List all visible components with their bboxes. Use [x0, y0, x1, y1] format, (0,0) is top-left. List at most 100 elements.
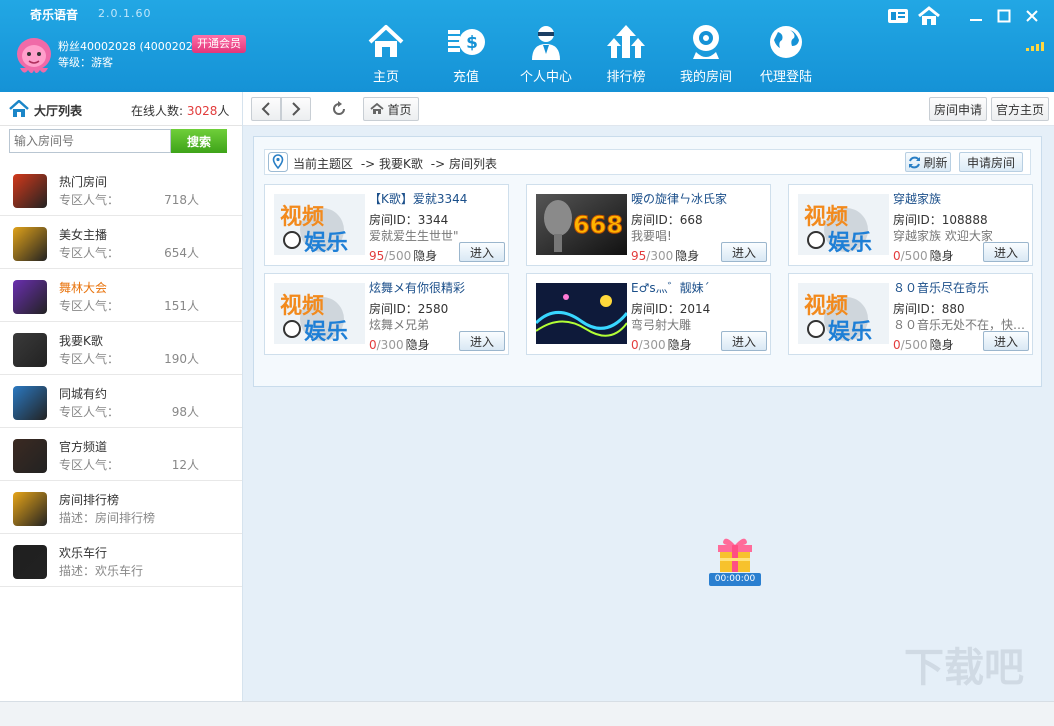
sidebar-item[interactable]: 美女主播 专区人气： 654人	[0, 216, 242, 269]
sidebar-header: 大厅列表 在线人数: 3028人	[0, 92, 242, 126]
svg-text:$: $	[466, 33, 478, 53]
enter-room-button[interactable]: 进入	[459, 331, 505, 351]
close-button[interactable]	[1018, 4, 1046, 28]
apply-room-button[interactable]: 房间申请	[929, 97, 987, 121]
room-hidden-label: 隐身	[413, 249, 438, 263]
app-name: 奇乐语音	[30, 8, 79, 22]
globe-icon	[770, 26, 802, 58]
nav-profile[interactable]: 个人中心	[506, 22, 586, 88]
room-thumbnail-caption-bottom: 娱乐	[828, 320, 872, 344]
sidebar-item[interactable]: 同城有约 专区人气： 98人	[0, 375, 242, 428]
refresh-icon	[333, 101, 345, 115]
room-search-input[interactable]	[9, 129, 171, 153]
nav-my-room[interactable]: 我的房间	[666, 22, 746, 88]
room-name[interactable]: 穿越家族	[893, 190, 941, 207]
sidebar-item-label: 同城有约	[59, 387, 108, 401]
vip-button[interactable]: 开通会员	[192, 35, 246, 53]
nav-ranking-label: 排行榜	[606, 70, 646, 85]
room-id: 房间ID：2580	[369, 302, 449, 316]
official-home-button[interactable]: 官方主页	[991, 97, 1049, 121]
enter-room-button[interactable]: 进入	[983, 242, 1029, 262]
location-pin-icon	[268, 152, 288, 172]
breadcrumb-theme[interactable]: 当前主题区	[293, 157, 353, 171]
breadcrumb-category[interactable]: -> 我要K歌	[361, 157, 423, 171]
gift-box[interactable]: 00:00:00	[707, 536, 763, 586]
ranking-icon	[607, 25, 645, 58]
sidebar-item[interactable]: 房间排行榜 描述：房间排行榜	[0, 481, 242, 534]
sidebar: 大厅列表 在线人数: 3028人 搜索 热门房间专区人气：718人美女主播专区人…	[0, 92, 243, 701]
room-thumbnail-video: 视频娱乐	[274, 283, 365, 344]
room-name[interactable]: 【K歌】爱就3344	[369, 190, 467, 207]
status-bar	[0, 701, 1054, 726]
nav-agent-login[interactable]: 代理登陆	[746, 22, 826, 88]
search-button[interactable]: 搜索	[171, 129, 227, 153]
maximize-button[interactable]	[990, 4, 1018, 28]
room-hidden-label: 隐身	[405, 338, 430, 352]
sidebar-item-label: 欢乐车行	[59, 546, 108, 560]
main-nav: 主页 $ 充值 个人中心 排行榜 我的房间 代理登陆	[346, 22, 826, 88]
recharge-icon: $	[448, 29, 485, 55]
room-id: 房间ID：880	[893, 302, 965, 316]
room-thumbnail[interactable]	[536, 283, 627, 344]
room-card[interactable]: E♂s灬゛靓妹ˊ 房间ID：2014 弯弓射大雕 0/300 隐身 进入	[526, 273, 771, 355]
home-icon	[370, 103, 385, 114]
skin-button[interactable]	[884, 4, 912, 28]
room-current-users: 0	[893, 338, 901, 352]
room-name[interactable]: E♂s灬゛靓妹ˊ	[631, 279, 710, 296]
room-thumbnail[interactable]: 视频 娱乐	[274, 283, 365, 344]
sidebar-item[interactable]: 欢乐车行 描述：欢乐车行	[0, 534, 242, 587]
room-name[interactable]: 嗳の旋律ㄣ冰氏家	[631, 190, 727, 207]
online-unit: 人	[217, 104, 230, 118]
room-panel: 当前主题区 -> 我要K歌 -> 房间列表 刷新 申请房间 视频 娱乐 【K歌】爱就…	[253, 136, 1042, 387]
room-card[interactable]: 视频 娱乐 穿越家族 房间ID：108888 穿越家族 欢迎大家 0/500 隐身 进入	[788, 184, 1033, 266]
room-card[interactable]: 668 嗳の旋律ㄣ冰氏家 房间ID：668 我要唱! 95/300 隐身 进入	[526, 184, 771, 266]
room-card[interactable]: 视频 娱乐 炫舞メ有你很精彩 房间ID：2580 炫舞メ兄弟 0/300 隐身 进入	[264, 273, 509, 355]
user-fans: 粉丝40002028 (40002028)	[58, 40, 205, 53]
sidebar-item-desc: 专区人气：	[59, 246, 120, 260]
room-name[interactable]: 炫舞メ有你很精彩	[369, 279, 465, 296]
avatar[interactable]	[14, 34, 54, 76]
enter-room-button[interactable]: 进入	[983, 331, 1029, 351]
room-thumbnail-music	[536, 283, 627, 344]
gift-icon	[718, 538, 752, 572]
sidebar-item-desc: 专区人气：	[59, 405, 120, 419]
room-thumbnail-caption-top: 视频	[280, 293, 324, 319]
gift-timer: 00:00:00	[709, 573, 761, 586]
search-row: 搜索	[9, 129, 227, 153]
nav-home[interactable]: 主页	[346, 22, 426, 88]
home-page-button[interactable]: 首页	[363, 97, 419, 121]
back-button[interactable]	[251, 97, 281, 121]
nav-recharge[interactable]: $ 充值	[426, 22, 506, 88]
sidebar-item[interactable]: 官方频道 专区人气： 12人	[0, 428, 242, 481]
room-max-users: /500	[384, 249, 412, 263]
room-hidden-label: 隐身	[929, 338, 954, 352]
enter-room-button[interactable]: 进入	[721, 242, 767, 262]
nav-ranking[interactable]: 排行榜	[586, 22, 666, 88]
enter-room-button[interactable]: 进入	[721, 331, 767, 351]
room-thumbnail[interactable]: 视频 娱乐	[274, 194, 365, 255]
room-card[interactable]: 视频 娱乐 ８０音乐尽在奇乐 房间ID：880 ８０音乐无处不在，快… 0/500 隐身 进入	[788, 273, 1033, 355]
sidebar-item-desc: 专区人气：	[59, 193, 120, 207]
room-card[interactable]: 视频 娱乐 【K歌】爱就3344 房间ID：3344 爱就爱生生世世" 95/500 隐身进…	[264, 184, 509, 266]
refresh-button[interactable]: 刷新	[905, 152, 951, 172]
reload-button[interactable]	[325, 97, 353, 121]
home-shortcut-button[interactable]	[912, 4, 946, 28]
sidebar-item-count: 654人	[164, 246, 199, 260]
sidebar-item[interactable]: 热门房间 专区人气： 718人	[0, 163, 242, 216]
room-name[interactable]: ８０音乐尽在奇乐	[893, 279, 989, 296]
sidebar-item-label: 我要K歌	[59, 334, 103, 348]
apply-room-link-button[interactable]: 申请房间	[959, 152, 1023, 172]
room-hidden-label: 隐身	[675, 249, 700, 263]
enter-room-button[interactable]: 进入	[459, 242, 505, 262]
minimize-button[interactable]	[962, 4, 990, 28]
close-icon	[1026, 10, 1038, 22]
forward-button[interactable]	[281, 97, 311, 121]
room-thumbnail[interactable]: 视频 娱乐	[798, 283, 889, 344]
sidebar-item-label: 官方频道	[59, 440, 108, 454]
sidebar-item[interactable]: 我要K歌 专区人气： 190人	[0, 322, 242, 375]
room-id: 房间ID：108888	[893, 213, 988, 227]
room-thumbnail[interactable]: 视频 娱乐	[798, 194, 889, 255]
room-thumbnail[interactable]: 668	[536, 194, 627, 255]
sidebar-item[interactable]: 舞林大会 专区人气： 151人	[0, 269, 242, 322]
nav-home-label: 主页	[372, 70, 399, 85]
